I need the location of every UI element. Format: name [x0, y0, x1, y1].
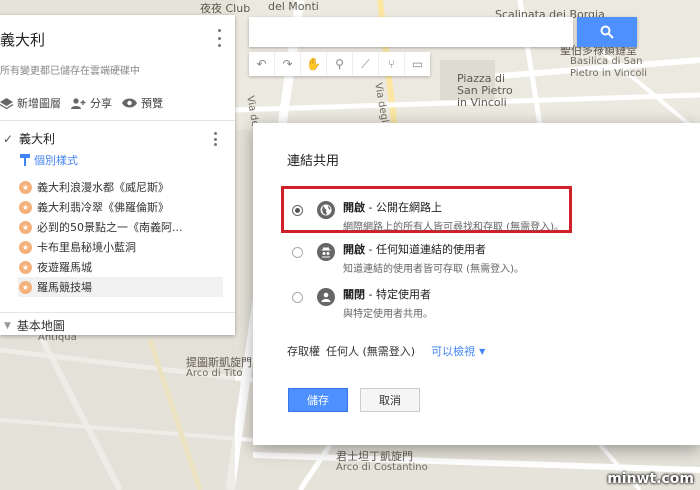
search-button[interactable]: [577, 17, 637, 47]
radio-private[interactable]: [292, 292, 303, 303]
incognito-user-icon: [317, 243, 335, 261]
watermark: minwt.com: [607, 471, 694, 487]
basemap-toggle[interactable]: ▼ 基本地圖: [4, 317, 65, 334]
preview-button[interactable]: 預覽: [122, 95, 163, 111]
directions-icon[interactable]: ⑂: [379, 52, 405, 76]
access-level-label: 可以檢視: [431, 345, 476, 358]
option-title-bold: 開啟: [343, 243, 365, 256]
redo-icon[interactable]: ↷: [275, 52, 301, 76]
sharing-option-private[interactable]: 關閉 - 特定使用者 與特定使用者共用。: [289, 288, 579, 320]
map-title[interactable]: 義大利: [0, 29, 45, 50]
place-list: ★ 義大利浪漫水都《威尼斯》 ★ 義大利翡冷翠《佛羅倫斯》 ★ 必到的50景點之一《南…: [18, 177, 223, 297]
save-button[interactable]: 儲存: [288, 388, 348, 412]
divider: [0, 120, 235, 121]
list-item[interactable]: ★ 夜遊羅馬城: [18, 257, 223, 277]
sharing-option-public[interactable]: 開啟 - 公開在網路上 網際網路上的所有人皆可尋找和存取 (無需登入)。: [289, 201, 579, 233]
option-title-bold: 開啟: [343, 201, 365, 214]
access-level-dropdown[interactable]: 可以檢視 ▼: [431, 343, 485, 359]
person-icon: [317, 288, 335, 306]
ruler-icon[interactable]: ▭: [405, 52, 430, 76]
eye-icon: [122, 98, 137, 108]
search-icon: [600, 25, 614, 39]
caret-down-icon: ▼: [479, 346, 486, 356]
map-label-arco-constantino: Arco di Costantino: [336, 462, 428, 473]
option-description: 與特定使用者共用。: [343, 309, 433, 320]
hand-icon[interactable]: ✋: [301, 52, 327, 76]
map-label-club: 夜夜 Club: [200, 2, 251, 15]
add-layer-label: 新增圖層: [17, 97, 61, 110]
dialog-title: 連結共用: [287, 154, 340, 169]
list-item[interactable]: ★ 羅馬競技場: [18, 277, 223, 297]
paint-roller-icon: [20, 154, 30, 166]
save-status: 所有變更都已儲存在雲端硬碟中: [0, 66, 140, 77]
search-input[interactable]: [249, 17, 573, 47]
option-title-bold: 關閉: [343, 288, 365, 301]
star-icon: ★: [19, 200, 32, 214]
option-description: 知道連結的使用者皆可存取 (無需登入)。: [343, 264, 524, 275]
sharing-option-link[interactable]: 開啟 - 任何知道連結的使用者 知道連結的使用者皆可存取 (無需登入)。: [289, 243, 579, 275]
list-item[interactable]: ★ 義大利翡冷翠《佛羅倫斯》: [18, 197, 223, 217]
option-title: - 公開在網路上: [365, 201, 442, 214]
style-label: 個別樣式: [34, 154, 78, 167]
layer-name[interactable]: 義大利: [19, 130, 55, 147]
option-description: 網際網路上的所有人皆可尋找和存取 (無需登入)。: [343, 222, 564, 233]
basemap-label: 基本地圖: [16, 319, 65, 333]
layer-checkbox[interactable]: ✓: [3, 132, 13, 146]
share-label: 分享: [90, 97, 112, 110]
share-button[interactable]: 分享: [71, 95, 112, 111]
map-label-basilica: Basilica di San: [570, 56, 643, 67]
star-icon: ★: [19, 280, 32, 294]
access-label: 存取權: [287, 345, 320, 358]
map-label-piazza3: in Vincoli: [457, 96, 507, 109]
option-title: - 特定使用者: [365, 288, 431, 301]
map-label-arco-tito: Arco di Tito: [186, 368, 243, 379]
map-label-pietro: Pietro in Vincoli: [570, 68, 648, 79]
star-icon: ★: [19, 220, 32, 234]
star-icon: ★: [19, 240, 32, 254]
list-item[interactable]: ★ 必到的50景點之一《南義阿...: [18, 217, 223, 237]
layer-options-icon[interactable]: [212, 132, 218, 146]
radio-link[interactable]: [292, 247, 303, 258]
map-toolbar: ↶ ↷ ✋ ⚲ ⟋ ⑂ ▭: [249, 52, 430, 76]
link-sharing-dialog: 連結共用 開啟 - 公開在網路上 網際網路上的所有人皆可尋找和存取 (無需登入)…: [253, 123, 700, 445]
map-label-monti: del Monti: [268, 0, 319, 13]
globe-icon: [317, 201, 335, 219]
add-layer-button[interactable]: 新增圖層: [0, 95, 61, 111]
chevron-down-icon: ▼: [4, 320, 11, 331]
option-title: - 任何知道連結的使用者: [365, 243, 486, 256]
undo-icon[interactable]: ↶: [249, 52, 275, 76]
line-icon[interactable]: ⟋: [353, 52, 379, 76]
individual-style-link[interactable]: 個別樣式: [20, 152, 78, 168]
add-person-icon: [71, 97, 86, 109]
map-panel: 義大利 所有變更都已儲存在雲端硬碟中 新增圖層 分享 預覽 ✓ 義大利 個別樣式…: [0, 15, 235, 335]
access-value: 任何人 (無需登入): [326, 345, 416, 358]
radio-public[interactable]: [292, 205, 303, 216]
star-icon: ★: [19, 180, 32, 194]
star-icon: ★: [19, 260, 32, 274]
list-item[interactable]: ★ 義大利浪漫水都《威尼斯》: [18, 177, 223, 197]
list-item[interactable]: ★ 卡布里島秘境小藍洞: [18, 237, 223, 257]
divider: [0, 312, 235, 313]
access-row: 存取權 任何人 (無需登入) 可以檢視 ▼: [287, 343, 485, 359]
cancel-button[interactable]: 取消: [360, 388, 420, 412]
preview-label: 預覽: [141, 97, 163, 110]
more-options-icon[interactable]: [214, 29, 224, 47]
layers-icon: [0, 97, 13, 109]
marker-icon[interactable]: ⚲: [327, 52, 353, 76]
